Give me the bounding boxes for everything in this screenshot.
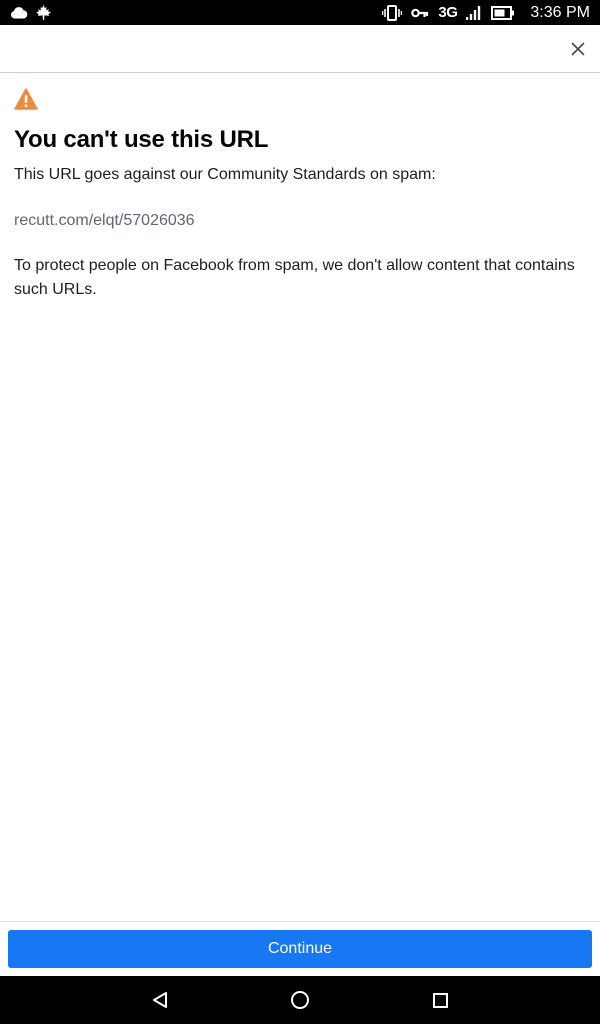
- screen: 3G 3:36 PM You can't use this URL This U…: [0, 0, 600, 1024]
- blocked-url: recutt.com/elqt/57026036: [14, 212, 195, 229]
- signal-icon: [466, 4, 482, 22]
- back-icon: [153, 992, 167, 1008]
- vibrate-icon: [382, 4, 403, 22]
- navigation-bar: [0, 976, 600, 1024]
- maple-leaf-icon: [36, 4, 51, 22]
- status-right: 3G 3:36 PM: [382, 4, 590, 22]
- explanation-text: To protect people on Facebook from spam,…: [14, 257, 575, 298]
- footer: Continue: [0, 921, 600, 976]
- intro-text: This URL goes against our Community Stan…: [14, 166, 436, 183]
- page-title: You can't use this URL: [14, 126, 269, 153]
- cloud-icon: [10, 4, 28, 22]
- network-type-label: 3G: [438, 4, 458, 21]
- status-bar: 3G 3:36 PM: [0, 0, 600, 25]
- close-button[interactable]: [564, 35, 592, 63]
- battery-icon: [491, 4, 515, 22]
- status-left: [10, 4, 51, 22]
- continue-button[interactable]: Continue: [8, 930, 592, 968]
- close-icon: [571, 42, 585, 56]
- recents-button[interactable]: [420, 980, 460, 1020]
- home-button[interactable]: [280, 980, 320, 1020]
- home-icon: [291, 991, 309, 1009]
- top-bar: [0, 25, 600, 73]
- warning-icon: [14, 88, 38, 110]
- back-button[interactable]: [140, 980, 180, 1020]
- notice-content: You can't use this URL This URL goes aga…: [14, 88, 586, 302]
- status-time: 3:36 PM: [530, 3, 590, 21]
- recents-icon: [432, 992, 448, 1008]
- key-icon: [411, 4, 429, 22]
